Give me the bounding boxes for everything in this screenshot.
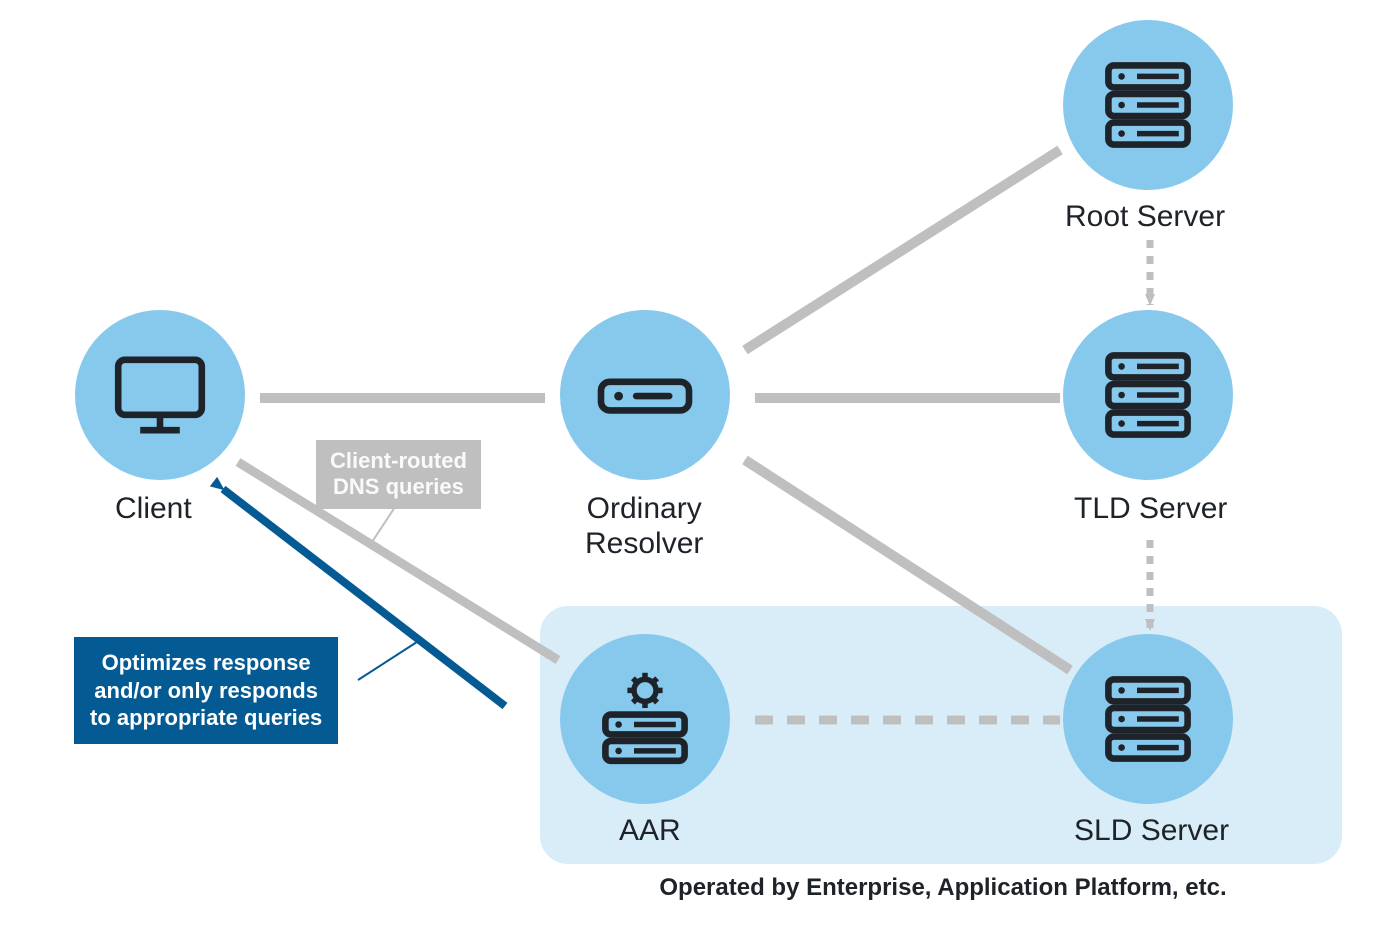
monitor-icon <box>105 340 215 450</box>
server-gear-icon <box>590 664 700 774</box>
callout-optimizes: Optimizes response and/or only responds … <box>74 637 338 744</box>
leader-blue <box>358 640 420 680</box>
router-icon <box>590 340 700 450</box>
node-client <box>75 310 245 480</box>
label-root: Root Server <box>1065 200 1225 235</box>
diagram-stage: Client Ordinary Resolver Root Server <box>0 0 1397 930</box>
server-icon <box>1093 50 1203 160</box>
label-resolver: Ordinary Resolver <box>585 492 703 561</box>
callout-client-routed: Client-routed DNS queries <box>316 440 481 509</box>
node-root <box>1063 20 1233 190</box>
label-tld: TLD Server <box>1074 492 1227 527</box>
label-sld: SLD Server <box>1074 814 1229 849</box>
label-aar: AAR <box>619 814 681 849</box>
server-icon <box>1093 340 1203 450</box>
node-sld <box>1063 634 1233 804</box>
leader-gray <box>370 507 395 545</box>
node-tld <box>1063 310 1233 480</box>
label-client: Client <box>115 492 192 527</box>
region-caption: Operated by Enterprise, Application Plat… <box>563 874 1323 902</box>
node-resolver <box>560 310 730 480</box>
node-aar <box>560 634 730 804</box>
server-icon <box>1093 664 1203 774</box>
conn-resolver-root <box>745 150 1060 350</box>
